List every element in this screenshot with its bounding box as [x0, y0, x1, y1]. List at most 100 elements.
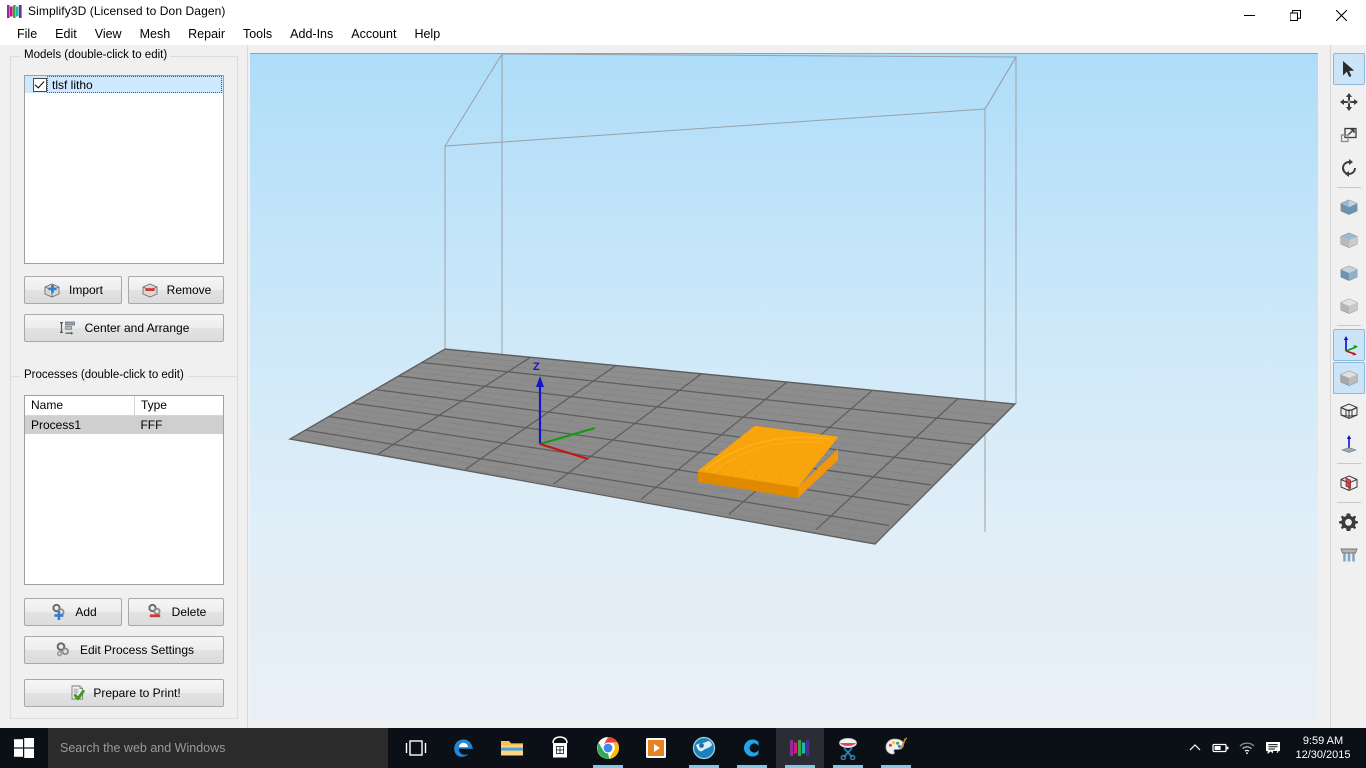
- settings-gear-icon[interactable]: [1333, 506, 1365, 538]
- client-area: Models (double-click to edit) tlsf litho: [0, 45, 1366, 728]
- title-bar: Simplify3D (Licensed to Don Dagen): [0, 0, 1366, 23]
- arrange-icon: [59, 319, 79, 337]
- menu-mesh[interactable]: Mesh: [131, 25, 180, 43]
- import-cube-plus-icon: [43, 281, 63, 299]
- menu-account[interactable]: Account: [342, 25, 405, 43]
- taskbar: Search the web and Windows 9:59 AM 12/30…: [0, 728, 1366, 768]
- rotate-tool-icon[interactable]: [1333, 152, 1365, 184]
- toolbar-separator: [1336, 463, 1361, 464]
- window-title: Simplify3D (Licensed to Don Dagen): [28, 4, 226, 18]
- simplify3d-icon[interactable]: [776, 728, 824, 768]
- view-back-icon[interactable]: [1333, 224, 1365, 256]
- prepare-to-print-label: Prepare to Print!: [93, 686, 181, 700]
- gears-plus-icon: [49, 603, 69, 621]
- view-axes-icon[interactable]: [1332, 329, 1365, 361]
- table-row[interactable]: Process1 FFF: [25, 415, 223, 434]
- battery-icon[interactable]: [1208, 728, 1234, 768]
- close-icon: [1335, 9, 1347, 21]
- chrome-icon[interactable]: [584, 728, 632, 768]
- import-label: Import: [68, 283, 103, 297]
- edit-process-settings-label: Edit Process Settings: [79, 643, 195, 657]
- column-header-type[interactable]: Type: [134, 396, 223, 416]
- snipping-tool-icon[interactable]: [824, 728, 872, 768]
- app-window: Simplify3D (Licensed to Don Dagen) File …: [0, 0, 1366, 768]
- movies-tv-icon[interactable]: [632, 728, 680, 768]
- gears-minus-icon: [146, 603, 166, 621]
- menu-tools[interactable]: Tools: [234, 25, 281, 43]
- menu-edit[interactable]: Edit: [46, 25, 86, 43]
- remove-label: Remove: [166, 283, 212, 297]
- process-name-cell: Process1: [25, 415, 135, 434]
- edit-process-settings-button[interactable]: Edit Process Settings: [24, 636, 224, 664]
- browser-icon[interactable]: [680, 728, 728, 768]
- right-toolbar: [1330, 45, 1366, 728]
- minimize-icon: [1243, 14, 1255, 16]
- show-hidden-icons-chevron[interactable]: [1182, 728, 1208, 768]
- move-tool-icon[interactable]: [1333, 86, 1365, 118]
- menu-file[interactable]: File: [8, 25, 46, 43]
- left-panel: Models (double-click to edit) tlsf litho: [0, 45, 248, 728]
- simplify3d-logo: [7, 4, 22, 19]
- cross-section-icon[interactable]: [1333, 467, 1365, 499]
- view-wireframe-icon[interactable]: [1333, 395, 1365, 427]
- center-and-arrange-button[interactable]: Center and Arrange: [24, 314, 224, 342]
- import-button[interactable]: Import: [24, 276, 122, 304]
- model-visibility-checkbox[interactable]: [33, 77, 47, 92]
- viewport-3d[interactable]: Z: [250, 53, 1318, 721]
- search-placeholder: Search the web and Windows: [60, 741, 226, 755]
- wifi-icon[interactable]: [1234, 728, 1260, 768]
- remove-cube-minus-icon: [141, 281, 161, 299]
- search-input[interactable]: Search the web and Windows: [48, 728, 388, 768]
- menu-add-ins[interactable]: Add-Ins: [281, 25, 342, 43]
- document-check-icon: [67, 684, 87, 702]
- paint-icon[interactable]: [872, 728, 920, 768]
- store-icon[interactable]: [536, 728, 584, 768]
- gears-icon: [54, 641, 74, 659]
- windows-start-icon[interactable]: [0, 728, 48, 768]
- file-explorer-icon[interactable]: [488, 728, 536, 768]
- scale-tool-icon[interactable]: [1333, 119, 1365, 151]
- view-normals-icon[interactable]: [1333, 428, 1365, 460]
- center-and-arrange-label: Center and Arrange: [84, 321, 190, 335]
- view-left-icon[interactable]: [1333, 257, 1365, 289]
- toolbar-separator: [1336, 187, 1361, 188]
- remove-button[interactable]: Remove: [128, 276, 224, 304]
- restore-icon: [1289, 9, 1301, 21]
- action-center-icon[interactable]: [1260, 728, 1286, 768]
- process-type-cell: FFF: [134, 415, 223, 434]
- prepare-to-print-button[interactable]: Prepare to Print!: [24, 679, 224, 707]
- models-groupbox: Models (double-click to edit) tlsf litho: [10, 49, 238, 379]
- build-plate: [288, 348, 1017, 545]
- menu-view[interactable]: View: [86, 25, 131, 43]
- view-front-icon[interactable]: [1333, 191, 1365, 223]
- models-group-title: Models (double-click to edit): [21, 49, 171, 61]
- edge-icon[interactable]: [440, 728, 488, 768]
- view-right-icon[interactable]: [1333, 290, 1365, 322]
- task-view-icon[interactable]: [392, 728, 440, 768]
- delete-process-button[interactable]: Delete: [128, 598, 224, 626]
- taskbar-clock[interactable]: 9:59 AM 12/30/2015: [1286, 734, 1366, 762]
- toolbar-separator: [1336, 325, 1361, 326]
- processes-groupbox: Processes (double-click to edit) Name Ty…: [10, 369, 238, 719]
- processes-table: Name Type Process1 FFF: [25, 396, 223, 434]
- add-label: Add: [75, 605, 97, 619]
- curse-icon[interactable]: [728, 728, 776, 768]
- table-header-row: Name Type: [25, 396, 223, 416]
- clock-time: 9:59 AM: [1302, 735, 1344, 747]
- menu-help[interactable]: Help: [405, 25, 449, 43]
- add-process-button[interactable]: Add: [24, 598, 122, 626]
- delete-label: Delete: [171, 605, 207, 619]
- processes-group-title: Processes (double-click to edit): [21, 369, 187, 381]
- toolbar-separator: [1336, 502, 1361, 503]
- axis-label-z: Z: [533, 361, 540, 373]
- select-tool-icon[interactable]: [1332, 53, 1365, 85]
- menu-repair[interactable]: Repair: [179, 25, 234, 43]
- models-list[interactable]: tlsf litho: [24, 75, 224, 264]
- extruder-icon[interactable]: [1333, 539, 1365, 571]
- processes-list[interactable]: Name Type Process1 FFF: [24, 395, 224, 585]
- system-tray: 9:59 AM 12/30/2015: [1182, 728, 1366, 768]
- view-solid-icon[interactable]: [1332, 362, 1365, 394]
- column-header-name[interactable]: Name: [25, 396, 135, 416]
- clock-date: 12/30/2015: [1295, 749, 1351, 761]
- list-item[interactable]: tlsf litho: [25, 76, 223, 93]
